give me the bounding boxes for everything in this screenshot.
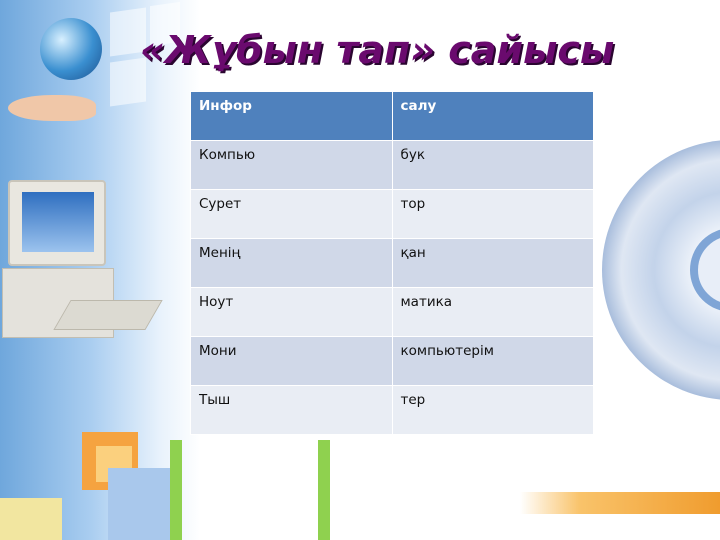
monitor-image [8,180,106,266]
table-header-row: Инфор салу [190,91,594,141]
table-cell: қан [391,238,594,288]
table-cell: Мони [190,336,393,386]
table-row: Тыш тер [190,385,594,435]
table-cell: Менің [190,238,393,288]
cd-disc-image [602,140,720,400]
table-row: Ноут матика [190,287,594,337]
table-cell: Компью [190,140,393,190]
slide-title: «Жұбын тап» сайысы [140,28,615,72]
table-header-cell: Инфор [190,91,393,141]
table-row: Мони компьютерім [190,336,594,386]
table-cell: матика [391,287,594,337]
green-stripe [318,440,330,540]
globe-icon [40,18,102,80]
table-cell: компьютерім [391,336,594,386]
decor-square [108,468,172,540]
keyboard-image [53,300,163,330]
decor-square [0,498,62,540]
table-cell: Сурет [190,189,393,239]
table-cell: Тыш [190,385,393,435]
table-header-cell: салу [391,91,594,141]
table-cell: тер [391,385,594,435]
green-stripe [170,440,182,540]
table-row: Менің қан [190,238,594,288]
word-pairs-table: Инфор салу Компью бук Сурет тор Менің қа… [190,91,594,435]
table-cell: бук [391,140,594,190]
orange-bar [520,492,720,514]
table-row: Компью бук [190,140,594,190]
hand-image [8,95,96,121]
monitor-screen [22,192,94,252]
table-cell: Ноут [190,287,393,337]
table-row: Сурет тор [190,189,594,239]
table-cell: тор [391,189,594,239]
